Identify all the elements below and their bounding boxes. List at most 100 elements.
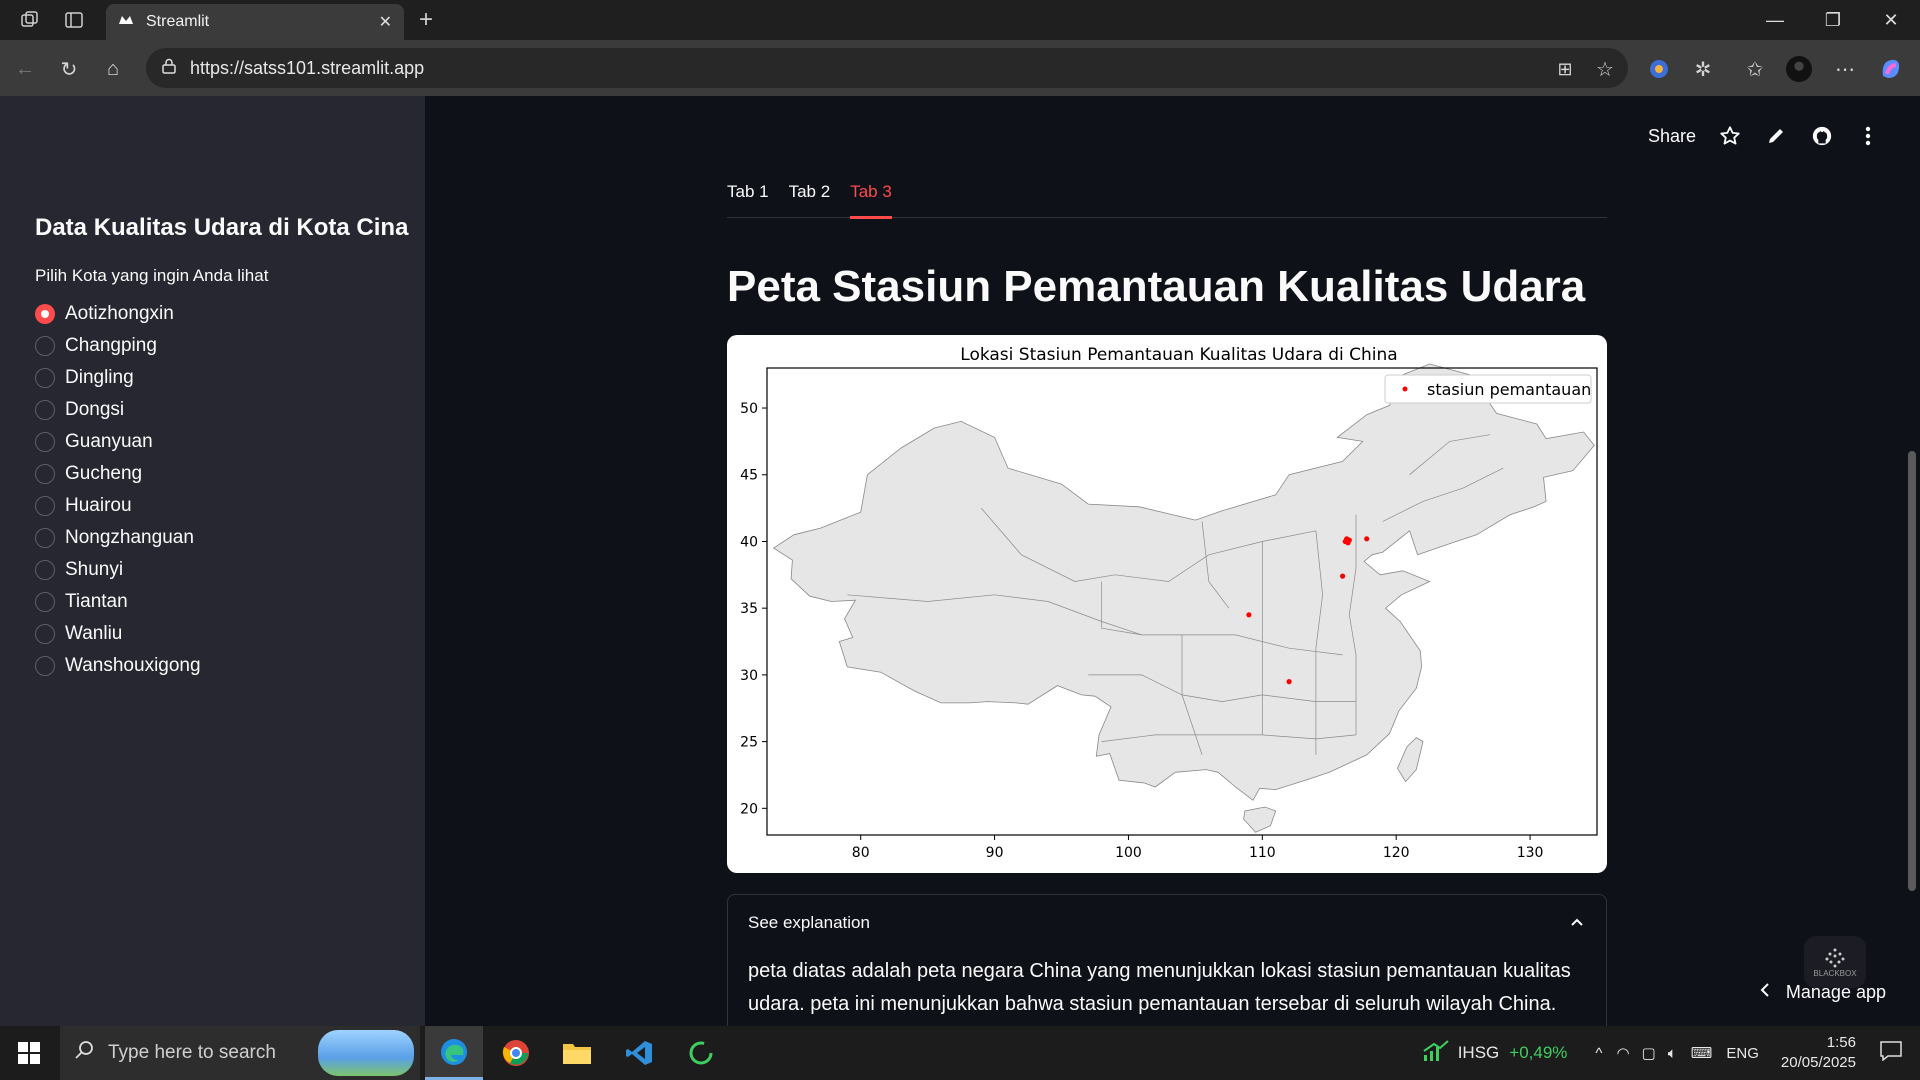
radio-option-label: Tiantan	[65, 591, 128, 612]
taskbar-search-box[interactable]: Type here to search	[60, 1026, 420, 1080]
share-button[interactable]: Share	[1648, 126, 1696, 147]
loading-app-icon[interactable]	[672, 1026, 730, 1080]
radio-option-wanliu[interactable]: Wanliu	[35, 618, 425, 650]
windows-start-icon[interactable]	[0, 1026, 58, 1080]
extension-shield-icon[interactable]	[1646, 56, 1672, 82]
url-field[interactable]: https://satss101.streamlit.app	[146, 48, 1628, 88]
keyboard-icon[interactable]: ⌨	[1691, 1044, 1713, 1062]
radio-option-dingling[interactable]: Dingling	[35, 362, 425, 394]
close-window-icon[interactable]: ✕	[1862, 0, 1920, 40]
station-point	[1246, 612, 1252, 618]
station-point	[1286, 679, 1292, 685]
radio-circle-icon[interactable]	[35, 528, 55, 548]
radio-circle-icon[interactable]	[35, 368, 55, 388]
radio-option-tiantan[interactable]: Tiantan	[35, 586, 425, 618]
tab-2[interactable]: Tab 2	[789, 182, 831, 218]
expander-label[interactable]: See explanation	[748, 913, 870, 933]
radio-option-shunyi[interactable]: Shunyi	[35, 554, 425, 586]
radio-circle-icon[interactable]	[35, 336, 55, 356]
radio-option-label: Dingling	[65, 367, 134, 388]
y-tick-label: 30	[740, 668, 758, 684]
radio-circle-icon[interactable]	[35, 560, 55, 580]
main-menu-icon[interactable]	[1856, 124, 1880, 148]
radio-circle-icon[interactable]	[35, 400, 55, 420]
workspaces-icon[interactable]	[18, 8, 42, 32]
edge-browser-icon[interactable]	[425, 1026, 483, 1080]
refresh-icon[interactable]: ↻	[56, 56, 82, 82]
notifications-icon[interactable]	[1880, 1041, 1902, 1065]
y-tick-label: 35	[740, 601, 758, 617]
radio-circle-icon[interactable]	[35, 592, 55, 612]
radio-option-label: Nongzhanguan	[65, 527, 194, 548]
lock-icon[interactable]	[162, 58, 176, 79]
url-text: https://satss101.streamlit.app	[190, 57, 425, 78]
clock[interactable]: 1:56 20/05/2025	[1781, 1033, 1856, 1073]
language-indicator[interactable]: ENG	[1726, 1045, 1759, 1062]
edit-pencil-icon[interactable]	[1764, 124, 1788, 148]
radio-option-dongsi[interactable]: Dongsi	[35, 394, 425, 426]
window-controls: — ❐ ✕	[1746, 0, 1920, 40]
favorite-star-icon[interactable]: ☆	[1592, 56, 1618, 82]
github-icon[interactable]	[1810, 124, 1834, 148]
radio-circle-icon[interactable]	[35, 624, 55, 644]
search-icon	[74, 1040, 94, 1066]
radio-circle-icon[interactable]	[35, 432, 55, 452]
radio-circle-icon[interactable]	[35, 496, 55, 516]
browser-tab[interactable]: Streamlit ✕	[106, 4, 404, 40]
back-icon[interactable]: ←	[12, 56, 38, 82]
star-icon[interactable]	[1718, 124, 1742, 148]
radio-circle-icon[interactable]	[35, 464, 55, 484]
copilot-icon[interactable]	[1878, 56, 1904, 82]
radio-option-changping[interactable]: Changping	[35, 330, 425, 362]
station-point	[1340, 573, 1346, 579]
vscode-icon[interactable]	[610, 1026, 668, 1080]
radio-option-guanyuan[interactable]: Guanyuan	[35, 426, 425, 458]
blackbox-badge[interactable]: BLACKBOX	[1804, 936, 1866, 988]
app-toolbar: Share	[1648, 124, 1880, 148]
more-menu-icon[interactable]: ⋯	[1832, 56, 1858, 82]
extensions-puzzle-icon[interactable]: ✲	[1690, 56, 1716, 82]
file-explorer-icon[interactable]	[548, 1026, 606, 1080]
new-tab-icon[interactable]: +	[414, 6, 438, 33]
radio-option-wanshouxigong[interactable]: Wanshouxigong	[35, 650, 425, 682]
volume-icon[interactable]: 🔈︎	[1668, 1045, 1677, 1062]
radio-option-aotizhongxin[interactable]: Aotizhongxin	[35, 298, 425, 330]
radio-option-huairou[interactable]: Huairou	[35, 490, 425, 522]
explanation-text: peta diatas adalah peta negara China yan…	[748, 960, 1571, 1015]
stock-chart-icon[interactable]	[1422, 1039, 1450, 1067]
windows-taskbar: Type here to search IHSG +0,49% ^ ◠ ▢ 🔈︎…	[0, 1026, 1920, 1080]
favorites-icon[interactable]: ✩	[1742, 56, 1768, 82]
blackbox-label: BLACKBOX	[1813, 968, 1857, 978]
tab-3[interactable]: Tab 3	[850, 182, 892, 219]
x-tick-label: 80	[852, 845, 870, 861]
streamlit-favicon-icon	[118, 13, 134, 32]
close-tab-icon[interactable]: ✕	[379, 12, 392, 32]
radio-option-label: Shunyi	[65, 559, 124, 580]
radio-option-nongzhanguan[interactable]: Nongzhanguan	[35, 522, 425, 554]
tab-actions-icon[interactable]	[62, 8, 86, 32]
network-icon[interactable]: ◠	[1616, 1044, 1629, 1062]
taiwan-island	[1397, 737, 1424, 783]
tab-1[interactable]: Tab 1	[727, 182, 769, 218]
radio-option-label: Wanshouxigong	[65, 655, 201, 676]
home-icon[interactable]: ⌂	[100, 56, 126, 82]
radio-option-gucheng[interactable]: Gucheng	[35, 458, 425, 490]
show-hidden-icons[interactable]: ^	[1595, 1045, 1602, 1062]
restore-icon[interactable]: ❐	[1804, 0, 1862, 40]
manage-app-button[interactable]: Manage app	[1760, 982, 1886, 1003]
radio-option-label: Gucheng	[65, 463, 143, 484]
minimize-icon[interactable]: —	[1746, 0, 1804, 40]
chrome-icon[interactable]	[487, 1026, 545, 1080]
station-map-chart: Lokasi Stasiun Pemantauan Kualitas Udara…	[740, 345, 1598, 861]
radio-circle-icon[interactable]	[35, 656, 55, 676]
radio-selected-icon[interactable]	[35, 304, 55, 324]
radio-option-label: Changping	[65, 335, 157, 356]
app-available-icon[interactable]: ⊞	[1552, 56, 1578, 82]
chevron-up-icon[interactable]	[1570, 911, 1584, 932]
system-tray: IHSG +0,49% ^ ◠ ▢ 🔈︎ ⌨ ENG 1:56 20/05/20…	[1422, 1026, 1920, 1080]
meet-now-icon[interactable]: ▢	[1642, 1044, 1656, 1062]
page-scrollbar[interactable]	[1908, 451, 1916, 891]
map-figure: Lokasi Stasiun Pemantauan Kualitas Udara…	[727, 335, 1607, 873]
profile-avatar[interactable]	[1786, 56, 1812, 82]
explanation-expander[interactable]: See explanation peta diatas adalah peta …	[727, 894, 1607, 1026]
